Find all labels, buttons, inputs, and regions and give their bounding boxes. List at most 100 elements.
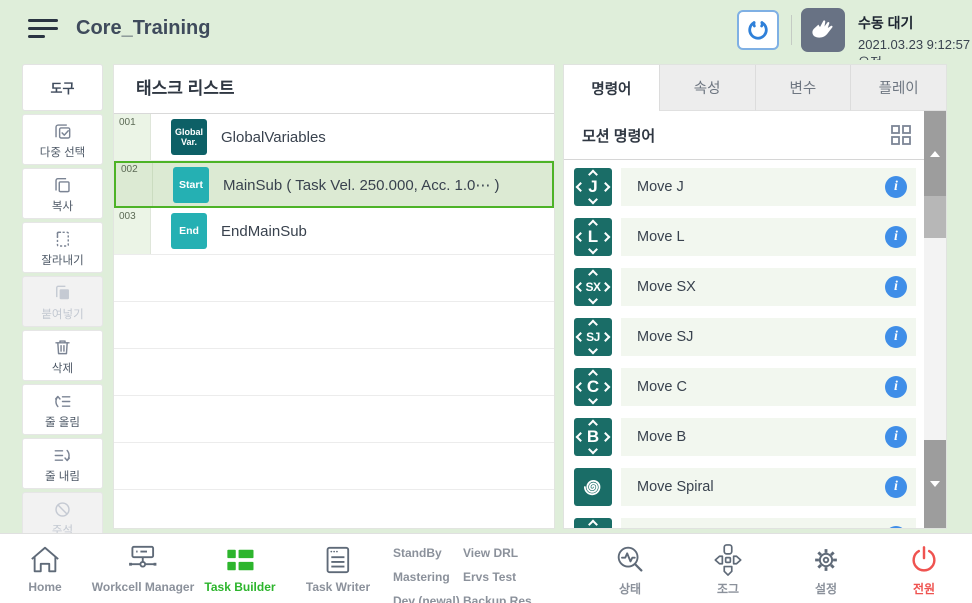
task-row-empty[interactable] [114, 302, 554, 349]
nav-workcell-manager[interactable]: Workcell Manager [92, 541, 194, 594]
nav-status[interactable]: 상태 [613, 541, 647, 597]
info-icon[interactable]: i [885, 526, 907, 528]
command-row[interactable]: Move SJ i [621, 318, 916, 356]
command-item-partial: i [574, 518, 924, 528]
task-row-empty[interactable] [114, 490, 554, 529]
move-c-icon: C [574, 368, 612, 406]
nav-home[interactable]: Home [27, 541, 63, 594]
move-l-icon: L [574, 218, 612, 256]
row-number: 002 [116, 163, 153, 206]
command-row[interactable]: Move SX i [621, 268, 916, 306]
task-row-empty[interactable] [114, 396, 554, 443]
command-panel-tabs: 명령어 속성 변수 플레이 [564, 65, 946, 111]
sidebar-button-multi-select[interactable]: 다중 선택 [22, 114, 103, 165]
info-icon[interactable]: i [885, 476, 907, 498]
sidebar-label: 줄 내림 [45, 468, 80, 484]
line-down-icon [51, 444, 74, 467]
nav-task-writer[interactable]: Task Writer [306, 541, 370, 594]
row-number: 001 [114, 114, 151, 160]
nav-label: 설정 [815, 580, 837, 597]
command-panel: 명령어 속성 변수 플레이 모션 명령어 [563, 64, 947, 529]
power-icon [908, 541, 940, 579]
task-row-empty[interactable] [114, 443, 554, 490]
command-list-scrollbar[interactable] [924, 111, 946, 528]
task-row-empty[interactable] [114, 255, 554, 302]
sidebar-button-cut[interactable]: 잘라내기 [22, 222, 103, 273]
info-icon[interactable]: i [885, 226, 907, 248]
command-label: Move B [637, 429, 686, 445]
menu-item-backup-res[interactable]: Backup Res... [463, 589, 542, 603]
app-root: Core_Training 수동 대기 2021.03.23 9:12:57 오… [0, 0, 972, 603]
globalvar-badge: Global Var. [171, 119, 207, 155]
command-item-move-sx: SX Move SX i [574, 268, 924, 306]
command-row[interactable]: Move B i [621, 418, 916, 456]
task-row-mainsub-selected[interactable]: 002 Start MainSub ( Task Vel. 250.000, A… [114, 161, 554, 208]
nav-task-builder[interactable]: Task Builder [204, 541, 275, 594]
nav-settings[interactable]: 설정 [809, 541, 843, 597]
tab-commands[interactable]: 명령어 [564, 65, 659, 111]
move-sx-icon: SX [574, 268, 612, 306]
task-row-empty[interactable] [114, 349, 554, 396]
motion-commands-header: 모션 명령어 [564, 111, 924, 160]
menu-item-standby[interactable]: StandBy [393, 541, 460, 565]
info-icon[interactable]: i [885, 276, 907, 298]
move-j-icon: J [574, 168, 612, 206]
copy-icon [51, 174, 74, 197]
triangle-down-icon [930, 481, 940, 487]
task-row-globalvariables[interactable]: 001 Global Var. GlobalVariables [114, 114, 554, 161]
manual-mode-icon [801, 8, 845, 52]
sidebar-button-delete[interactable]: 삭제 [22, 330, 103, 381]
task-row-label: EndMainSub [221, 223, 307, 240]
sidebar-button-line-down[interactable]: 줄 내림 [22, 438, 103, 489]
sidebar-button-line-up[interactable]: 줄 올림 [22, 384, 103, 435]
servo-reset-button[interactable] [737, 10, 779, 50]
command-row[interactable]: Move L i [621, 218, 916, 256]
task-row-endmainsub[interactable]: 003 End EndMainSub [114, 208, 554, 255]
menu-item-mastering[interactable]: Mastering [393, 565, 460, 589]
command-item-move-c: C Move C i [574, 368, 924, 406]
tab-properties[interactable]: 속성 [659, 65, 755, 111]
task-list-panel: 태스크 리스트 001 Global Var. GlobalVariables … [113, 64, 555, 529]
command-item-move-sj: SJ Move SJ i [574, 318, 924, 356]
info-icon[interactable]: i [885, 426, 907, 448]
nav-label: 전원 [913, 580, 935, 597]
nav-label: 조그 [717, 580, 739, 597]
sidebar-label: 주석 [52, 522, 73, 534]
info-icon[interactable]: i [885, 376, 907, 398]
command-item-move-b: B Move B i [574, 418, 924, 456]
command-label: Move L [637, 229, 685, 245]
scroll-down-button[interactable] [924, 440, 946, 528]
nav-label: Home [28, 580, 61, 594]
nav-power[interactable]: 전원 [908, 541, 940, 597]
command-row[interactable]: Move C i [621, 368, 916, 406]
tab-play[interactable]: 플레이 [850, 65, 946, 111]
sidebar-button-comment[interactable]: 주석 [22, 492, 103, 533]
status-monitor-icon [613, 541, 647, 579]
nav-jog[interactable]: 조그 [712, 541, 744, 597]
nav-label: Task Writer [306, 580, 370, 594]
hamburger-menu-icon[interactable] [28, 19, 58, 43]
command-icon [574, 518, 612, 528]
tab-variables[interactable]: 변수 [755, 65, 851, 111]
multi-select-icon [51, 120, 74, 143]
menu-item-ervs-test[interactable]: Ervs Test [463, 565, 542, 589]
scrollbar-thumb[interactable] [924, 196, 946, 238]
sidebar-button-paste[interactable]: 붙여넣기 [22, 276, 103, 327]
info-icon[interactable]: i [885, 326, 907, 348]
menu-item-dev-newal[interactable]: Dev (newal) [393, 589, 460, 603]
command-row[interactable]: Move Spiral i [621, 468, 916, 506]
grid-view-icon[interactable] [890, 124, 912, 146]
task-list-title: 태스크 리스트 [114, 65, 554, 114]
scroll-up-button[interactable] [924, 111, 946, 196]
sidebar-button-copy[interactable]: 복사 [22, 168, 103, 219]
command-row[interactable]: i [621, 518, 916, 528]
move-sj-icon: SJ [574, 318, 612, 356]
main-area: 도구 다중 선택 복사 [0, 60, 972, 533]
paste-icon [51, 282, 74, 305]
info-icon[interactable]: i [885, 176, 907, 198]
task-builder-icon [224, 541, 256, 579]
menu-item-view-drl[interactable]: View DRL [463, 541, 542, 565]
command-row[interactable]: Move J i [621, 168, 916, 206]
tools-sidebar: 도구 다중 선택 복사 [22, 64, 103, 533]
command-list: J Move J i L Move L [564, 159, 924, 528]
